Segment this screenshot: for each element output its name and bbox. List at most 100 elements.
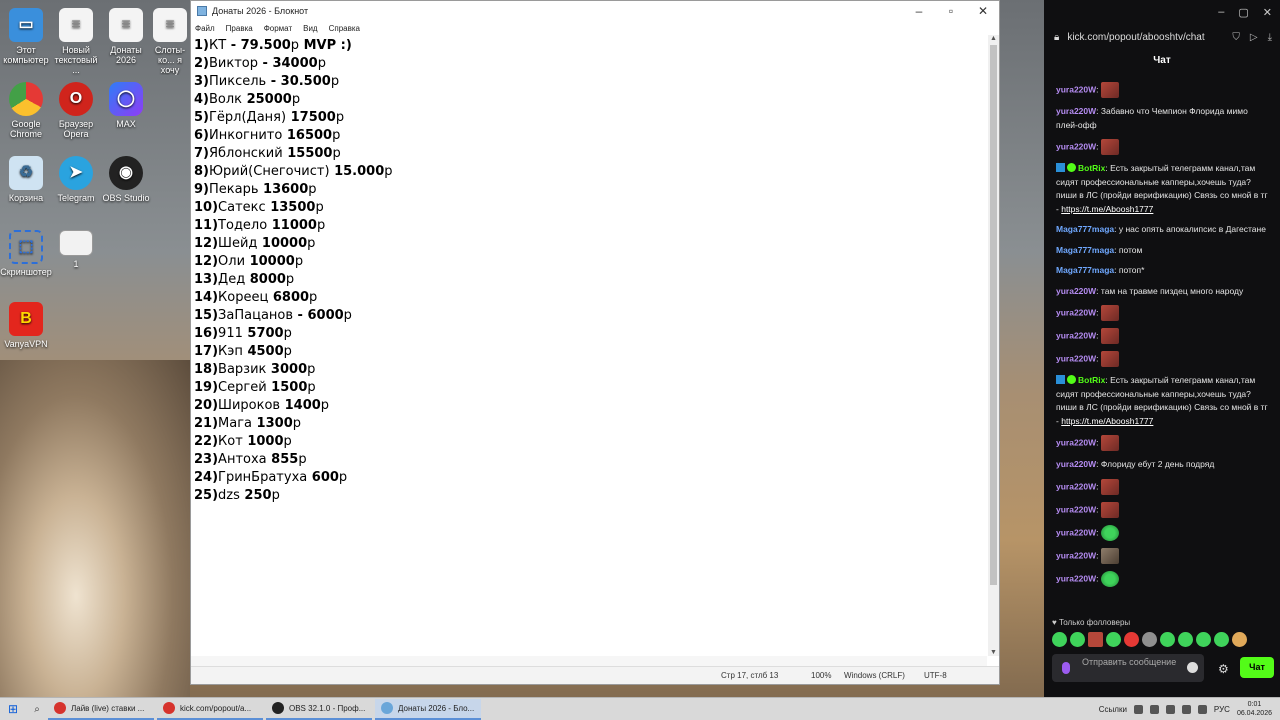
maximize-icon[interactable]: ▫: [935, 4, 967, 18]
emote-icon[interactable]: [1052, 632, 1067, 647]
menu-view[interactable]: Вид: [303, 24, 317, 33]
desktop-icon-donaty[interactable]: ≡ Донаты 2026: [100, 8, 152, 65]
vertical-scrollbar[interactable]: ▲ ▼: [988, 35, 999, 656]
desktop-icon-opera[interactable]: O Браузер Opera: [50, 82, 102, 139]
url-text[interactable]: kick.com/popout/abooshtv/chat: [1067, 32, 1204, 43]
chat-message: Maga777maga: потоп*: [1056, 264, 1272, 278]
minimize-icon[interactable]: –: [1218, 6, 1224, 18]
emote-icon[interactable]: [1142, 632, 1157, 647]
text-file-icon: ≡: [109, 8, 143, 42]
scroll-down-icon[interactable]: ▼: [988, 649, 999, 656]
search-icon[interactable]: ⌕: [26, 704, 48, 715]
shield-icon[interactable]: ⛉: [1232, 32, 1240, 43]
emote-icon[interactable]: [1088, 632, 1103, 647]
scroll-up-icon[interactable]: ▲: [988, 35, 999, 42]
play-icon[interactable]: ▷: [1250, 32, 1258, 43]
chat-username[interactable]: Maga777maga: [1056, 224, 1114, 234]
tray-icon[interactable]: [1165, 704, 1175, 714]
chat-message-input[interactable]: Отправить сообщение: [1052, 654, 1204, 682]
links-label[interactable]: Ссылки: [1099, 705, 1127, 714]
emote-icon[interactable]: [1160, 632, 1175, 647]
close-icon[interactable]: ✕: [967, 4, 999, 18]
emote-icon[interactable]: [1232, 632, 1247, 647]
desktop-icon-vanyavpn[interactable]: B VanyaVPN: [0, 302, 52, 349]
desktop-icon-telegram[interactable]: ➤ Telegram: [50, 156, 102, 203]
desktop-icon-this-pc[interactable]: ▭ Этот компьютер: [0, 8, 52, 65]
microphone-icon[interactable]: [1062, 662, 1070, 674]
emote-icon[interactable]: [1214, 632, 1229, 647]
maximize-icon[interactable]: ▢: [1238, 6, 1248, 19]
emote-icon[interactable]: [1178, 632, 1193, 647]
emoji-icon[interactable]: [1187, 662, 1198, 673]
address-bar[interactable]: 🔒︎ kick.com/popout/abooshtv/chat ⛉ ▷ ⤓: [1044, 24, 1280, 50]
horizontal-scrollbar[interactable]: [191, 656, 987, 666]
menu-format[interactable]: Формат: [264, 24, 292, 33]
chat-username[interactable]: yura220W: [1056, 353, 1096, 363]
chat-message: yura220W:: [1056, 547, 1272, 564]
emote-icon[interactable]: [1070, 632, 1085, 647]
desktop-icon-1[interactable]: 1: [50, 230, 102, 269]
taskbar-item[interactable]: Лайв (live) ставки ...: [48, 699, 154, 720]
chat-username[interactable]: yura220W: [1056, 106, 1096, 116]
tray-icon[interactable]: [1181, 704, 1191, 714]
chat-message: yura220W:: [1056, 435, 1272, 451]
chat-username[interactable]: Maga777maga: [1056, 245, 1114, 255]
menu-file[interactable]: Файл: [195, 24, 215, 33]
taskbar-item[interactable]: kick.com/popout/a...: [157, 699, 263, 720]
volume-icon[interactable]: [1197, 704, 1207, 714]
donation-amount: 13500: [265, 200, 316, 215]
emote-icon[interactable]: [1196, 632, 1211, 647]
windows-start-icon[interactable]: ⊞: [0, 702, 26, 716]
donation-amount: 5700: [242, 326, 284, 341]
language-indicator[interactable]: РУС: [1214, 705, 1230, 714]
gear-icon[interactable]: ⚙: [1218, 662, 1229, 676]
chat-username[interactable]: yura220W: [1056, 459, 1096, 469]
desktop-icon-max[interactable]: ◯ MAX: [100, 82, 152, 129]
chat-link[interactable]: https://t.me/Aboosh1777: [1061, 416, 1153, 426]
notepad-text-area[interactable]: 1)КТ - 79.500р MVP :) 2)Виктор - 34000р 3)…: [191, 35, 987, 656]
chat-username[interactable]: yura220W: [1056, 330, 1096, 340]
tray-icon[interactable]: [1133, 704, 1143, 714]
chat-username[interactable]: yura220W: [1056, 307, 1096, 317]
desktop-icon-screenshoter[interactable]: ⬚ Скриншотер: [0, 230, 52, 277]
taskbar-item[interactable]: Донаты 2026 - Бло...: [375, 698, 481, 720]
desktop-icon-label: Скриншотер: [0, 267, 52, 277]
clock[interactable]: 0:01 06.04.2026: [1237, 700, 1272, 718]
emote-icon[interactable]: [1124, 632, 1139, 647]
line-number: 11): [194, 218, 219, 233]
chat-username[interactable]: yura220W: [1056, 504, 1096, 514]
close-icon[interactable]: ✕: [1263, 6, 1272, 19]
chat-username[interactable]: yura220W: [1056, 437, 1096, 447]
send-chat-button[interactable]: Чат: [1240, 657, 1274, 678]
notepad-titlebar[interactable]: Донаты 2026 - Блокнот – ▫ ✕: [191, 1, 999, 21]
scroll-thumb[interactable]: [990, 45, 997, 585]
notepad-line: 3)Пиксель - 30.500р: [194, 73, 987, 91]
chat-username[interactable]: yura220W: [1056, 481, 1096, 491]
desktop-icon-chrome[interactable]: Google Chrome: [0, 82, 52, 139]
menu-edit[interactable]: Правка: [226, 24, 253, 33]
chat-message: yura220W:: [1056, 478, 1272, 495]
minimize-icon[interactable]: –: [903, 4, 935, 18]
chat-username[interactable]: yura220W: [1056, 84, 1096, 94]
tray-icon[interactable]: [1149, 704, 1159, 714]
taskbar-item[interactable]: OBS 32.1.0 - Проф...: [266, 699, 372, 720]
chat-username[interactable]: yura220W: [1056, 286, 1096, 296]
chat-username[interactable]: yura220W: [1056, 573, 1096, 583]
desktop-icon-obs[interactable]: ◉ OBS Studio: [100, 156, 152, 203]
line-number: 24): [194, 470, 219, 485]
chat-username[interactable]: BotRix: [1078, 375, 1105, 385]
chat-username[interactable]: yura220W: [1056, 141, 1096, 151]
chat-username[interactable]: yura220W: [1056, 527, 1096, 537]
desktop-icon-new-text[interactable]: ≡ Новый текстовый ...: [50, 8, 102, 75]
emote-icon[interactable]: [1106, 632, 1121, 647]
chat-username[interactable]: BotRix: [1078, 163, 1105, 173]
menu-help[interactable]: Справка: [329, 24, 360, 33]
chat-username[interactable]: Maga777maga: [1056, 265, 1114, 275]
download-icon[interactable]: ⤓: [1268, 32, 1272, 43]
chat-username[interactable]: yura220W: [1056, 550, 1096, 560]
desktop-icon-sloty[interactable]: ≡ Слоты-ко... я хочу: [150, 8, 190, 75]
emote-bar: [1052, 632, 1247, 647]
desktop-icon-recycle-bin[interactable]: ♻ Корзина: [0, 156, 52, 203]
chat-link[interactable]: https://t.me/Aboosh1777: [1061, 204, 1153, 214]
donor-name: Кореец: [218, 290, 269, 305]
